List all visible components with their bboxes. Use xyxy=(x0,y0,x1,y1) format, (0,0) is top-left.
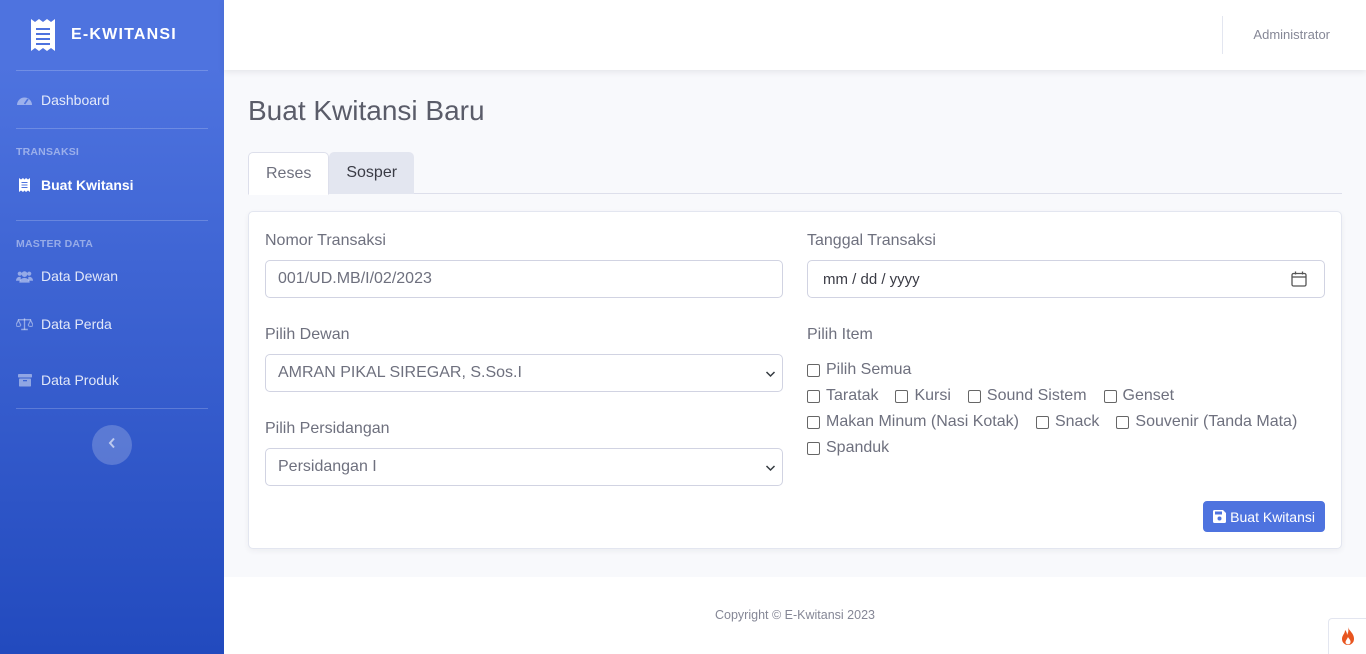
balance-scale-icon xyxy=(16,317,33,331)
date-placeholder: mm / dd / yyyy xyxy=(823,270,920,288)
brand-name: E-KWITANSI xyxy=(71,26,177,43)
tab-sosper[interactable]: Sosper xyxy=(329,152,415,194)
checkbox-label: Snack xyxy=(1054,413,1100,430)
chevron-left-icon xyxy=(108,436,116,454)
checkbox[interactable] xyxy=(1035,415,1049,429)
topbar-divider xyxy=(1222,16,1223,54)
sidebar-item-label: Dashboard xyxy=(41,91,110,108)
sidebar-item-label: Buat Kwitansi xyxy=(41,177,134,193)
nomor-transaksi-label: Nomor Transaksi xyxy=(265,232,386,249)
sidebar-item-label: Data Perda xyxy=(41,316,112,332)
sidebar: E-KWITANSI Dashboard TRANSAKSI Buat Kwit… xyxy=(0,0,224,654)
checkbox[interactable] xyxy=(895,389,909,403)
checkbox-label: Souvenir (Tanda Mata) xyxy=(1135,413,1298,430)
checkbox[interactable] xyxy=(807,389,820,403)
checkbox-label: Spanduk xyxy=(826,439,890,456)
checkbox[interactable] xyxy=(807,363,820,377)
pilih-item-label: Pilih Item xyxy=(807,326,873,343)
checkbox-label: Taratak xyxy=(826,387,879,404)
sidebar-heading-master-data: MASTER DATA xyxy=(16,238,94,250)
pilih-persidangan-label: Pilih Persidangan xyxy=(265,420,390,437)
user-menu[interactable]: Administrator xyxy=(1253,27,1330,42)
checkbox-souvenir[interactable]: Souvenir (Tanda Mata) xyxy=(1116,413,1297,431)
checkbox-label: Pilih Semua xyxy=(826,361,912,378)
checkbox-label: Makan Minum (Nasi Kotak) xyxy=(826,413,1019,430)
form-card: Nomor Transaksi 001/UD.MB/I/02/2023 Pili… xyxy=(248,211,1342,549)
sidebar-item-data-dewan[interactable]: Data Dewan xyxy=(0,256,224,296)
sidebar-item-label: Data Dewan xyxy=(41,268,119,284)
tab-reses[interactable]: Reses xyxy=(248,152,330,195)
page-title: Buat Kwitansi Baru xyxy=(248,95,485,126)
copyright-text: Copyright © E-Kwitansi 2023 xyxy=(715,608,875,622)
checkbox-makan-minum[interactable]: Makan Minum (Nasi Kotak) xyxy=(807,413,1019,431)
save-icon xyxy=(1213,510,1227,523)
box-icon xyxy=(16,373,33,387)
tab-bar: Reses Sosper xyxy=(248,152,1342,195)
checkbox-label: Sound Sistem xyxy=(986,387,1087,404)
button-label: Buat Kwitansi xyxy=(1230,508,1315,525)
checkbox-kursi[interactable]: Kursi xyxy=(895,387,951,405)
checkbox-spanduk[interactable]: Spanduk xyxy=(807,439,889,457)
checkbox[interactable] xyxy=(967,389,981,403)
checkbox-pilih-semua[interactable]: Pilih Semua xyxy=(807,361,911,379)
brand[interactable]: E-KWITANSI xyxy=(0,0,224,70)
users-icon xyxy=(16,269,33,283)
checkbox[interactable] xyxy=(1116,415,1130,429)
sidebar-item-buat-kwitansi[interactable]: Buat Kwitansi xyxy=(0,164,224,206)
checkbox-taratak[interactable]: Taratak xyxy=(807,387,878,405)
chevron-down-icon xyxy=(765,461,776,479)
nomor-transaksi-input[interactable]: 001/UD.MB/I/02/2023 xyxy=(265,260,783,298)
topbar: Administrator xyxy=(224,0,1366,70)
pilih-dewan-label: Pilih Dewan xyxy=(265,326,350,343)
sidebar-divider xyxy=(16,408,208,409)
checkbox-genset[interactable]: Genset xyxy=(1103,387,1175,405)
sidebar-item-data-perda[interactable]: Data Perda xyxy=(0,296,224,352)
footer: Copyright © E-Kwitansi 2023 xyxy=(224,577,1366,654)
nomor-transaksi-value: 001/UD.MB/I/02/2023 xyxy=(278,270,432,287)
item-checkbox-group: Pilih Semua Taratak Kursi Sound Sistem G… xyxy=(807,357,1325,461)
sidebar-item-dashboard[interactable]: Dashboard xyxy=(0,71,224,128)
sidebar-heading-transaksi: TRANSAKSI xyxy=(16,146,80,158)
tanggal-transaksi-label: Tanggal Transaksi xyxy=(807,232,936,249)
pilih-dewan-select[interactable]: AMRAN PIKAL SIREGAR, S.Sos.I xyxy=(265,354,783,392)
checkbox[interactable] xyxy=(1103,389,1117,403)
form-right-column: Tanggal Transaksi mm / dd / yyyy Pilih I… xyxy=(807,230,1325,487)
buat-kwitansi-button[interactable]: Buat Kwitansi xyxy=(1203,501,1325,532)
tanggal-transaksi-input[interactable]: mm / dd / yyyy xyxy=(807,260,1325,298)
checkbox-sound-sistem[interactable]: Sound Sistem xyxy=(967,387,1087,405)
pilih-persidangan-select[interactable]: Persidangan I xyxy=(265,448,783,486)
pilih-persidangan-value: Persidangan I xyxy=(278,458,377,475)
sidebar-toggle-button[interactable] xyxy=(92,425,132,465)
receipt-icon xyxy=(30,18,56,52)
checkbox-label: Kursi xyxy=(914,387,951,404)
checkbox-snack[interactable]: Snack xyxy=(1035,413,1100,431)
checkbox[interactable] xyxy=(807,415,820,429)
calendar-icon[interactable] xyxy=(1291,271,1307,292)
checkbox-label: Genset xyxy=(1122,387,1175,404)
pilih-dewan-value: AMRAN PIKAL SIREGAR, S.Sos.I xyxy=(278,364,522,381)
flame-icon[interactable] xyxy=(1328,618,1366,654)
sidebar-item-data-produk[interactable]: Data Produk xyxy=(0,352,224,408)
checkbox[interactable] xyxy=(807,441,820,455)
sidebar-item-label: Data Produk xyxy=(41,372,119,388)
tachometer-icon xyxy=(16,93,33,107)
form-left-column: Nomor Transaksi 001/UD.MB/I/02/2023 Pili… xyxy=(265,230,783,512)
receipt-icon xyxy=(16,178,33,192)
chevron-down-icon xyxy=(765,367,776,385)
main-content: Buat Kwitansi Baru Reses Sosper Nomor Tr… xyxy=(248,70,1342,549)
